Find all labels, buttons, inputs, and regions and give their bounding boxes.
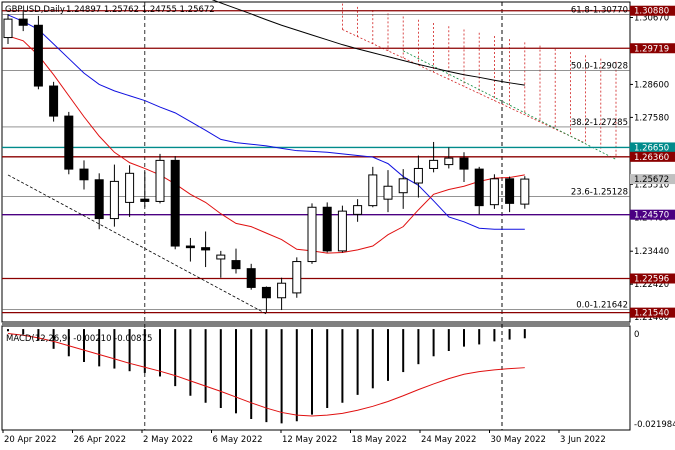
candle-bull bbox=[292, 261, 302, 294]
candle-bear bbox=[322, 206, 332, 252]
price-tag-label: 1.24570 bbox=[634, 211, 669, 221]
time-tick-label: 18 May 2022 bbox=[352, 435, 407, 445]
price-panel-frame bbox=[1, 1, 631, 323]
candle-bear bbox=[505, 178, 515, 204]
price-chart[interactable]: 61.8-1.30770 50.0-1.29028 38.2-1.27285 23.6… bbox=[0, 0, 675, 450]
price-tag-label: 1.25672 bbox=[634, 175, 669, 185]
price-tag-label: 1.22596 bbox=[634, 274, 669, 284]
macd-scale-top: 0 bbox=[634, 330, 639, 340]
candle-bear bbox=[185, 245, 195, 249]
ma-blue-line bbox=[7, 14, 525, 230]
price-tick-label: 1.27580 bbox=[634, 113, 669, 123]
candle-bear bbox=[49, 85, 59, 117]
price-tag-label: 1.21540 bbox=[634, 309, 669, 319]
candles bbox=[3, 10, 530, 313]
ichimoku-cloud bbox=[341, 3, 617, 160]
candle-bear bbox=[246, 268, 256, 288]
candle-bear bbox=[94, 179, 104, 220]
fib-level-label: 0.0-1.21642 bbox=[576, 300, 628, 310]
fib-level-label: 38.2-1.27285 bbox=[571, 118, 628, 128]
candle-bear bbox=[261, 286, 271, 299]
candle-bear bbox=[474, 168, 484, 207]
candle-bull bbox=[444, 157, 454, 166]
candle-bull bbox=[398, 178, 408, 194]
candle-bull bbox=[489, 178, 499, 206]
macd-label: MACD(12,26,9) -0.00210 -0.00875 bbox=[6, 334, 152, 344]
time-tick-label: 24 May 2022 bbox=[421, 435, 476, 445]
fib-level-label: 23.6-1.25128 bbox=[571, 188, 628, 198]
candle-bull bbox=[337, 210, 347, 252]
candle-bull bbox=[109, 180, 119, 220]
fib-level-label: 50.0-1.29028 bbox=[571, 62, 628, 72]
candle-bull bbox=[216, 254, 226, 260]
time-tick-label: 20 Apr 2022 bbox=[4, 435, 57, 445]
candle-bear bbox=[231, 260, 241, 270]
time-axis: 20 Apr 2022 26 Apr 2022 2 May 2022 6 May 20… bbox=[2, 430, 606, 445]
candle-bull bbox=[277, 282, 287, 299]
time-tick-label: 6 May 2022 bbox=[213, 435, 263, 445]
candle-bull bbox=[155, 159, 165, 202]
time-tick-label: 30 May 2022 bbox=[491, 435, 546, 445]
price-tags: 1.308801.297191.266501.263601.256721.245… bbox=[630, 5, 675, 319]
symbol-label: GBPUSD,Daily bbox=[5, 5, 65, 15]
candle-bear bbox=[201, 247, 211, 251]
price-tag-label: 1.30880 bbox=[634, 7, 669, 17]
candle-bull bbox=[353, 205, 363, 215]
price-tick-label: 1.23440 bbox=[634, 247, 669, 257]
trend-lines[interactable] bbox=[7, 174, 267, 315]
candle-bull bbox=[3, 18, 13, 39]
candle-bear bbox=[79, 168, 89, 181]
candle-bear bbox=[459, 157, 469, 170]
time-tick-label: 3 Jun 2022 bbox=[560, 435, 606, 445]
ma-red-line bbox=[7, 35, 525, 254]
price-tick-label: 1.28600 bbox=[634, 80, 669, 90]
candle-bull bbox=[368, 174, 378, 207]
candle-bull bbox=[383, 185, 393, 200]
candle-bull bbox=[413, 167, 423, 184]
candle-bull bbox=[125, 172, 135, 203]
candle-bear bbox=[33, 24, 43, 87]
candle-bear bbox=[170, 159, 180, 247]
candle-bull bbox=[307, 206, 317, 263]
dashed-trendline[interactable] bbox=[7, 174, 267, 315]
candle-bull bbox=[520, 178, 530, 205]
candle-bear bbox=[64, 115, 74, 170]
fibonacci-labels: 61.8-1.30770 50.0-1.29028 38.2-1.27285 23.6… bbox=[571, 5, 628, 310]
price-tag-label: 1.26360 bbox=[634, 153, 669, 163]
candle-bear bbox=[140, 198, 150, 202]
macd-scale-bottom: -0.021984 bbox=[634, 420, 675, 430]
price-tag-label: 1.29719 bbox=[634, 44, 669, 54]
candle-bull bbox=[429, 159, 439, 169]
time-tick-label: 12 May 2022 bbox=[282, 435, 337, 445]
horizontal-levels[interactable] bbox=[2, 10, 630, 314]
time-tick-label: 26 Apr 2022 bbox=[74, 435, 127, 445]
time-tick-label: 2 May 2022 bbox=[143, 435, 193, 445]
candle-bear bbox=[18, 18, 28, 26]
fib-level-label: 61.8-1.30770 bbox=[571, 5, 628, 15]
ohlc-values: 1.24897 1.25762 1.24755 1.25672 bbox=[66, 5, 215, 15]
